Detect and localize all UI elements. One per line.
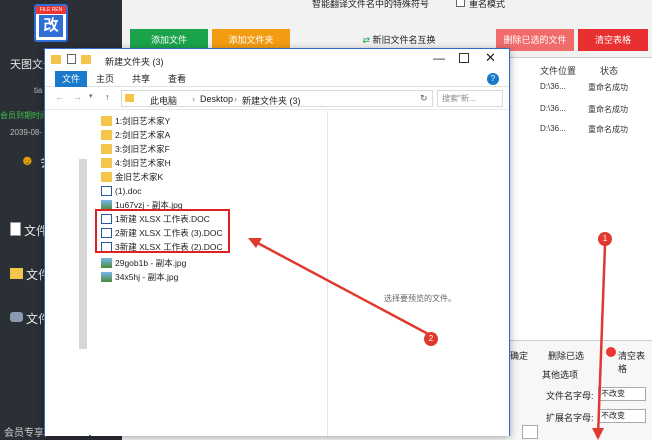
arrow-1-line — [596, 244, 607, 437]
arrow-1-head — [592, 428, 604, 440]
arrow-2-line — [251, 238, 431, 337]
annotation-arrows — [248, 238, 607, 440]
annotation-circle-2: 2 — [424, 332, 438, 346]
annotation-circle-1: 1 — [598, 232, 612, 246]
